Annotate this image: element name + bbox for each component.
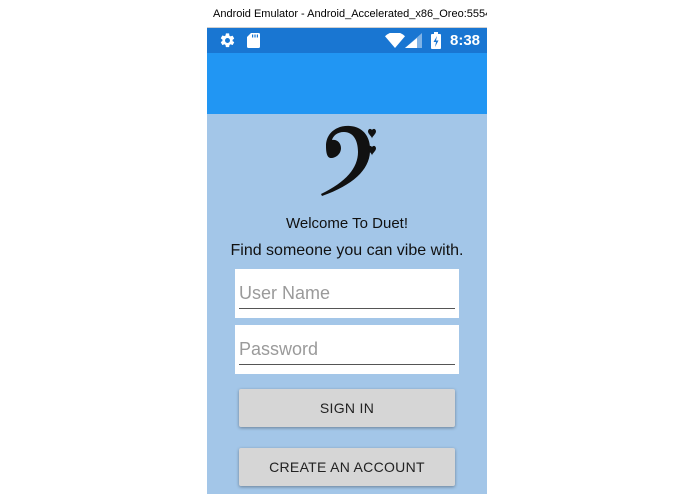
welcome-heading: Welcome To Duet!	[286, 215, 408, 232]
sd-card-icon	[247, 33, 260, 53]
create-account-button[interactable]: CREATE AN ACCOUNT	[239, 448, 455, 486]
username-field	[235, 269, 459, 318]
cell-signal-icon	[405, 33, 422, 53]
login-screen: Welcome To Duet! Find someone you can vi…	[207, 114, 487, 494]
username-input[interactable]	[239, 279, 455, 309]
sign-in-button[interactable]: SIGN IN	[239, 389, 455, 427]
status-bar: 8:38	[207, 28, 487, 53]
app-toolbar	[207, 53, 487, 114]
battery-charging-icon	[431, 32, 441, 54]
emulator-window: Android Emulator - Android_Accelerated_x…	[207, 0, 487, 494]
password-input[interactable]	[239, 335, 455, 365]
status-clock: 8:38	[450, 32, 481, 49]
window-title: Android Emulator - Android_Accelerated_x…	[207, 0, 487, 28]
bass-clef-hearts-icon	[312, 124, 382, 201]
password-field	[235, 325, 459, 374]
tagline-text: Find someone you can vibe with.	[230, 242, 464, 259]
settings-gear-icon	[219, 32, 236, 54]
wifi-icon	[385, 31, 405, 53]
